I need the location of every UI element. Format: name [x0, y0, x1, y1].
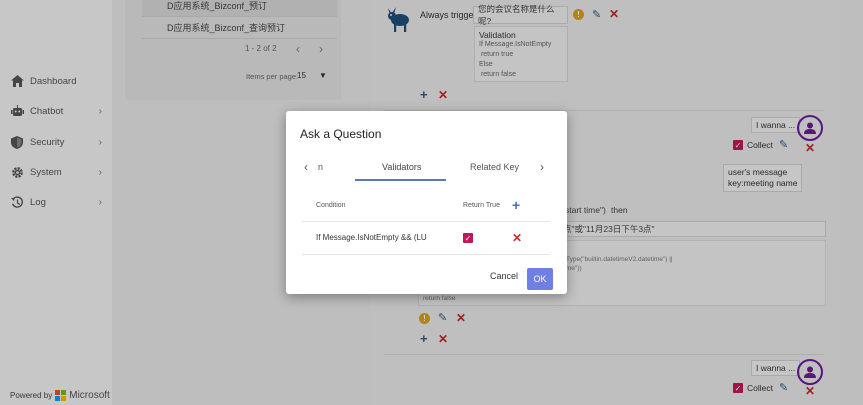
return-true-header: Return True	[463, 202, 500, 209]
tab-partial[interactable]: n	[318, 162, 323, 172]
tab-scroll-right-icon[interactable]: ›	[540, 160, 544, 174]
ok-button[interactable]: OK	[527, 268, 553, 290]
tab-related-key[interactable]: Related Key	[470, 162, 519, 172]
divider	[302, 221, 550, 222]
cancel-button[interactable]: Cancel	[490, 271, 518, 281]
dialog-title: Ask a Question	[300, 127, 382, 141]
return-true-checkbox[interactable]: ✓	[463, 233, 473, 243]
ask-question-dialog: Ask a Question ‹ n Validators Related Ke…	[286, 111, 567, 294]
dialog-tabs: ‹ n Validators Related Key ›	[300, 156, 554, 182]
tab-validators[interactable]: Validators	[382, 162, 421, 172]
divider	[302, 254, 550, 255]
active-tab-indicator	[355, 179, 446, 181]
delete-validator-icon[interactable]: ✕	[512, 231, 522, 245]
add-validator-button[interactable]: +	[512, 197, 520, 213]
condition-header: Condition	[316, 202, 346, 209]
tab-scroll-left-icon[interactable]: ‹	[304, 160, 308, 174]
condition-cell[interactable]: If Message.IsNotEmpty && (LU	[316, 233, 427, 242]
